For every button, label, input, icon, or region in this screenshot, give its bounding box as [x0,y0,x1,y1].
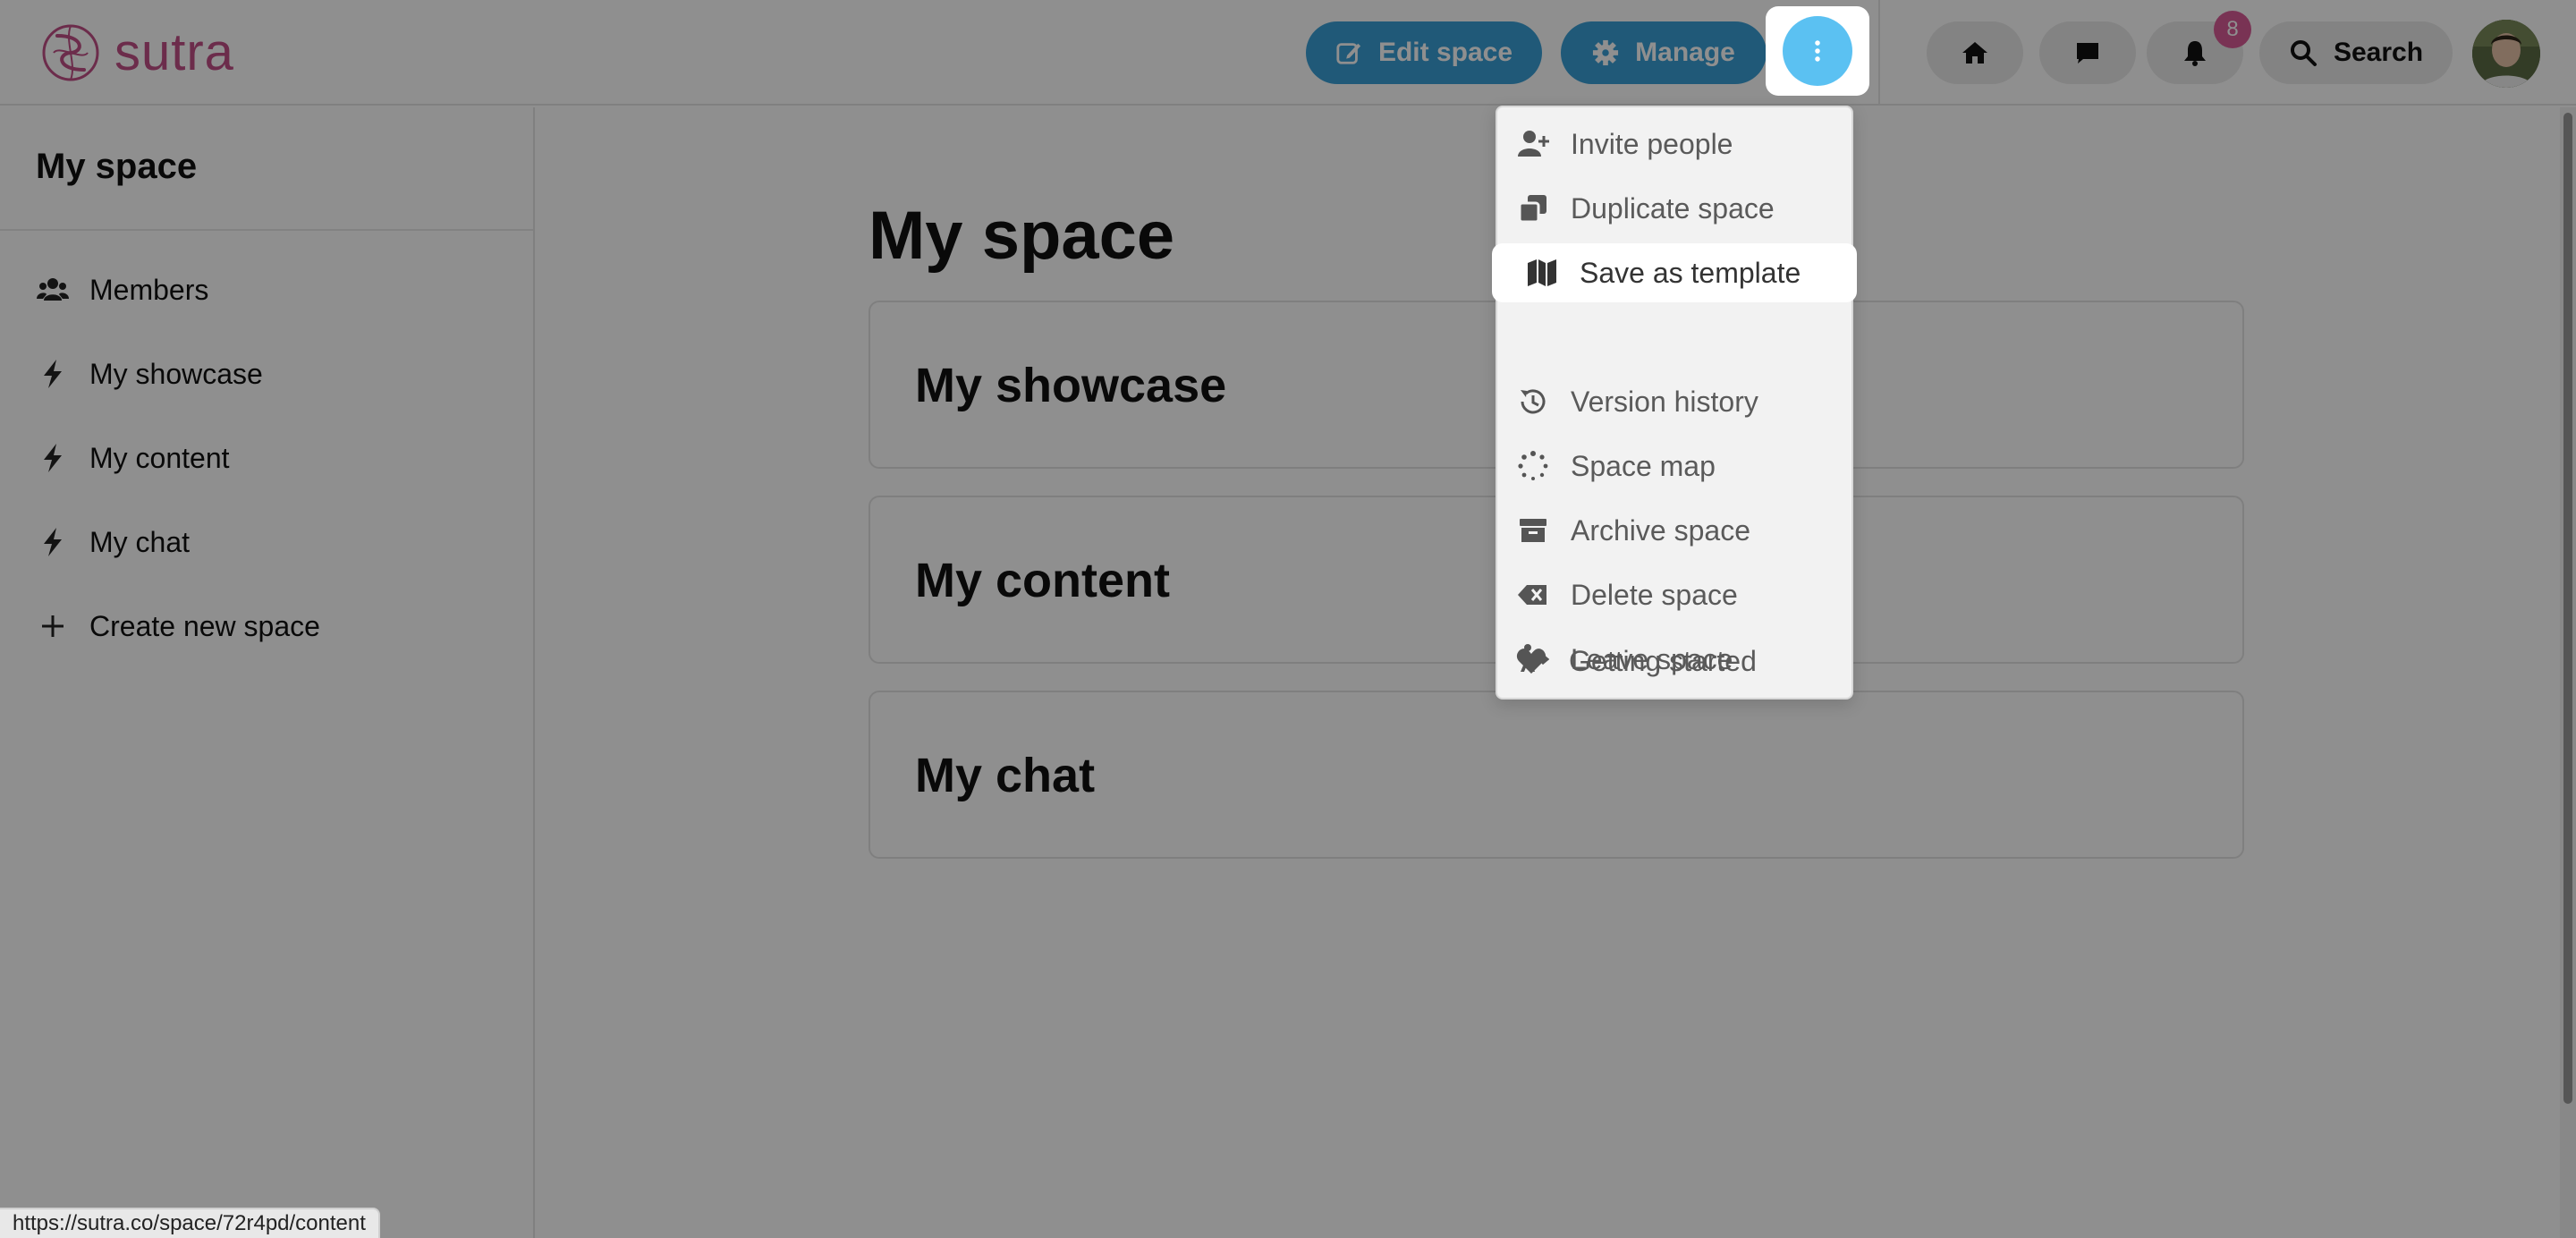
space-card-my-chat[interactable]: My chat [869,691,2244,859]
bolt-icon [36,525,70,559]
home-icon [1962,42,1987,64]
menu-item-label: Archive space [1571,513,1750,547]
menu-item-space-map[interactable]: Space map [1515,438,1837,494]
search-icon [2290,40,2317,66]
logo-text: sutra [114,23,234,81]
spinner-dots-icon [1515,448,1551,484]
menu-item-label: Invite people [1571,127,1733,160]
top-bar: sutra Edit space Manage 8 Search [0,0,2576,106]
chat-icon [2077,43,2098,64]
more-options-highlight [1766,6,1869,96]
more-options-menu: Invite people Duplicate space Version hi… [1496,106,1853,700]
menu-item-duplicate-space[interactable]: Duplicate space [1515,181,1837,236]
page-title: My space [869,198,1175,274]
user-photo [2472,20,2540,88]
menu-item-label: Space map [1571,449,1716,482]
card-title: My content [915,554,1171,607]
manage-button[interactable]: Manage [1561,21,1767,84]
menu-item-label: Delete space [1571,578,1738,611]
sidebar: My space Members My showcase My content … [0,107,535,1238]
user-plus-icon [1515,126,1551,162]
search-button[interactable]: Search [2259,21,2453,84]
archive-icon [1515,513,1551,548]
menu-item-invite-people[interactable]: Invite people [1515,116,1837,172]
sidebar-item-create-new-space[interactable]: Create new space [36,599,501,653]
page-scrollbar[interactable] [2560,107,2576,1238]
menu-item-version-history[interactable]: Version history [1515,374,1837,429]
sidebar-item-my-content[interactable]: My content [36,431,501,485]
manage-label: Manage [1635,38,1735,67]
menu-item-archive-space[interactable]: Archive space [1515,503,1837,558]
scrollbar-thumb[interactable] [2563,113,2572,1104]
menu-item-label: Version history [1571,385,1758,418]
edit-space-button[interactable]: Edit space [1306,21,1542,84]
users-icon [36,273,70,307]
menu-item-delete-space[interactable]: Delete space [1515,567,1837,623]
menu-item-label: Save as template [1580,256,1801,289]
edit-icon [1336,43,1361,64]
plus-icon [36,609,70,643]
card-title: My chat [915,749,1096,802]
link-preview-url: https://sutra.co/space/72r4pd/content [0,1208,380,1238]
sidebar-divider [0,229,533,231]
gear-icon [1593,39,1619,66]
avatar[interactable] [2472,20,2540,88]
sidebar-item-label: My content [89,441,230,474]
chat-button[interactable] [2039,21,2136,84]
sidebar-item-my-showcase[interactable]: My showcase [36,347,501,401]
sidebar-item-members[interactable]: Members [36,263,501,317]
sidebar-item-label: Create new space [89,609,320,642]
sidebar-title: My space [36,147,198,186]
more-vertical-icon [1815,40,1820,62]
logo[interactable]: sutra [41,21,234,84]
card-title: My showcase [915,359,1227,412]
history-icon [1515,384,1551,420]
home-button[interactable] [1927,21,2023,84]
copy-icon [1515,191,1551,226]
sidebar-item-label: My chat [89,525,191,558]
sidebar-item-my-chat[interactable]: My chat [36,515,501,569]
menu-item-label: Duplicate space [1571,191,1775,225]
sidebar-item-label: My showcase [89,357,263,390]
heart-icon [1513,643,1549,679]
more-options-button[interactable] [1783,16,1852,86]
bolt-icon [36,357,70,391]
sutra-logo-icon [42,24,99,81]
menu-item-save-as-template[interactable]: Save as template [1492,243,1857,302]
search-label: Search [2333,38,2424,67]
bell-icon [2184,41,2206,66]
bolt-icon [36,441,70,475]
delete-backspace-icon [1515,577,1551,613]
menu-item-label: Getting started [1569,644,1757,677]
edit-space-label: Edit space [1377,38,1513,67]
sidebar-item-label: Members [89,273,209,306]
header-divider [1878,0,1880,106]
notification-badge: 8 [2214,11,2251,48]
map-icon [1524,255,1560,291]
menu-item-getting-started[interactable]: Getting started [1513,633,1835,689]
